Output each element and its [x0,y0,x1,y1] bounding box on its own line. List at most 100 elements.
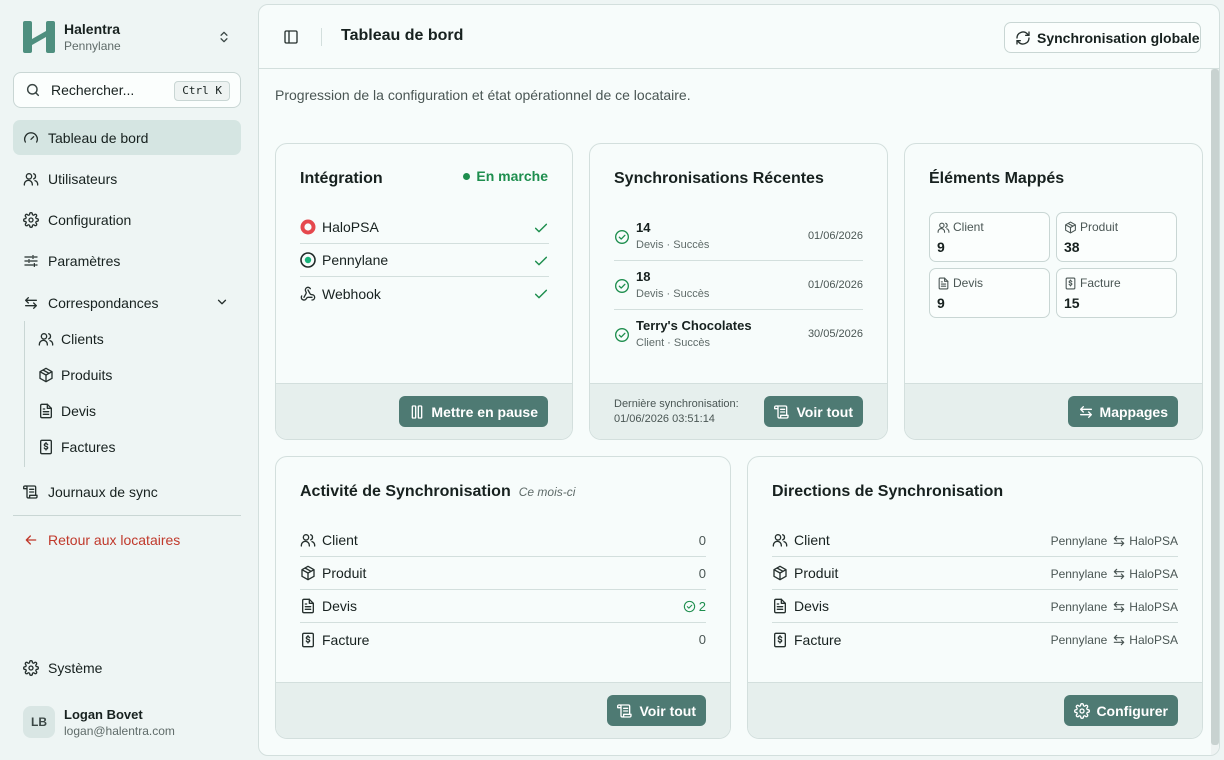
sidebar-item-label: Factures [61,439,116,455]
sidebar-subitem-quotes[interactable]: Devis [38,396,96,426]
document-icon [937,277,950,290]
activity-count: 2 [698,599,706,614]
user-menu[interactable]: LB Logan Bovet logan@halentra.com [23,704,175,740]
scrollbar-thumb[interactable] [1211,69,1219,745]
activity-count-success: 2 [683,599,706,614]
mapped-elements-card: Éléments Mappés Client 9 Produit 38 Devi… [904,143,1203,440]
arrows-swap-icon [1112,534,1126,548]
mapped-tile-client[interactable]: Client 9 [929,212,1050,262]
invoice-icon [300,632,316,648]
sidebar-subitem-clients[interactable]: Clients [38,324,104,354]
sync-name: Terry's Chocolates [636,318,752,333]
tile-label: Facture [1080,276,1121,290]
sync-date: 01/06/2026 [807,279,863,291]
mapped-tile-quote[interactable]: Devis 9 [929,268,1050,318]
activity-label: Produit [322,565,367,581]
direction-row: Produit Pennylane HaloPSA [772,557,1178,590]
activity-label: Client [322,532,358,548]
users-icon [300,532,316,548]
package-icon [38,367,54,383]
activity-row: Client 0 [300,524,706,557]
direction-row: Client Pennylane HaloPSA [772,524,1178,557]
direction-flow: Pennylane HaloPSA [1051,633,1178,647]
configure-button[interactable]: Configurer [1064,695,1178,726]
pennylane-logo-icon [300,252,316,268]
back-to-tenants-link[interactable]: Retour aux locataires [13,522,241,557]
sidebar-divider [13,515,241,516]
direction-flow: Pennylane HaloPSA [1051,600,1178,614]
sidebar-item-label: Clients [61,331,104,347]
mapped-tile-product[interactable]: Produit 38 [1056,212,1177,262]
tile-label: Devis [953,276,984,290]
sidebar-subitem-invoices[interactable]: Factures [38,432,115,462]
period-tag: Ce mois-ci [518,485,576,499]
main-panel: Tableau de bord Synchronisation globale … [258,4,1220,756]
card-title: Éléments Mappés [929,170,1065,187]
sync-name: 14 [636,220,651,235]
tile-value: 15 [1064,295,1080,311]
direction-label: Facture [794,631,842,648]
card-footer: Mettre en pause [276,383,572,439]
activity-row: Produit 0 [300,557,706,590]
view-all-activity-button[interactable]: Voir tout [607,695,706,726]
status-dot-icon [463,172,471,180]
check-circle-icon [614,229,630,245]
global-sync-button[interactable]: Synchronisation globale [1004,22,1201,53]
sidebar: Halentra Pennylane Rechercher... Ctrl K … [0,0,256,760]
sidebar-toggle-icon[interactable] [283,29,299,45]
activity-row: Devis 2 [300,590,706,623]
page-subtitle: Progression de la configuration et état … [275,87,691,103]
sidebar-item-system[interactable]: Système [13,650,241,685]
view-all-label: Voir tout [796,403,853,420]
sync-row[interactable]: 14 Devis · Succès 01/06/2026 [614,212,863,261]
direction-flow: Pennylane HaloPSA [1051,567,1178,581]
sidebar-item-label: Journaux de sync [48,483,158,500]
gear-icon [1074,703,1090,719]
view-all-syncs-button[interactable]: Voir tout [764,396,863,427]
sidebar-item-sync-logs[interactable]: Journaux de sync [13,474,241,509]
tenant-switcher[interactable]: Halentra Pennylane [13,14,241,60]
integration-name: Pennylane [322,252,389,268]
sync-directions-card: Directions de Synchronisation Client Pen… [747,456,1203,739]
sync-row[interactable]: 18 Devis · Succès 01/06/2026 [614,261,863,310]
document-icon [300,598,316,614]
status-label: En marche [476,168,548,184]
sidebar-item-label: Système [48,659,103,676]
sidebar-item-users[interactable]: Utilisateurs [13,161,241,196]
check-icon [533,253,549,269]
search-input[interactable]: Rechercher... Ctrl K [13,72,241,108]
direction-from: Pennylane [1050,632,1108,647]
users-icon [937,221,950,234]
last-sync-info: Dernière synchronisation: 01/06/2026 03:… [614,397,739,427]
direction-label: Devis [794,598,830,614]
integration-name: HaloPSA [322,219,379,235]
sidebar-item-configuration[interactable]: Configuration [13,202,241,237]
configure-label: Configurer [1096,702,1168,719]
document-icon [772,598,788,614]
avatar: LB [23,706,55,738]
users-icon [772,532,788,548]
sync-name: 18 [636,269,651,284]
gauge-icon [24,131,38,143]
sidebar-item-dashboard[interactable]: Tableau de bord [13,120,241,155]
invoice-icon [38,439,54,455]
pause-button[interactable]: Mettre en pause [399,396,548,427]
sync-activity-card: Activité de Synchronisation Ce mois-ci Cl… [275,456,731,739]
tile-value: 9 [937,295,945,311]
recent-syncs-card: Synchronisations Récentes 14 Devis · Suc… [589,143,888,440]
sync-row[interactable]: Terry's Chocolates Client · Succès 30/05… [614,310,863,359]
sidebar-item-label: Paramètres [48,252,121,269]
scroll-icon [774,404,790,420]
scroll-icon [617,703,633,719]
sidebar-item-label: Configuration [48,211,132,228]
activity-count: 0 [698,533,706,548]
chevron-down-icon [217,299,227,305]
mapped-tile-invoice[interactable]: Facture 15 [1056,268,1177,318]
sidebar-item-mappings[interactable]: Correspondances [13,285,241,320]
mappings-button[interactable]: Mappages [1067,396,1178,427]
direction-to: HaloPSA [1129,533,1178,548]
sidebar-item-settings[interactable]: Paramètres [13,243,241,278]
search-icon [26,83,40,97]
sidebar-subitem-products[interactable]: Produits [38,360,112,390]
check-circle-icon [614,327,630,343]
